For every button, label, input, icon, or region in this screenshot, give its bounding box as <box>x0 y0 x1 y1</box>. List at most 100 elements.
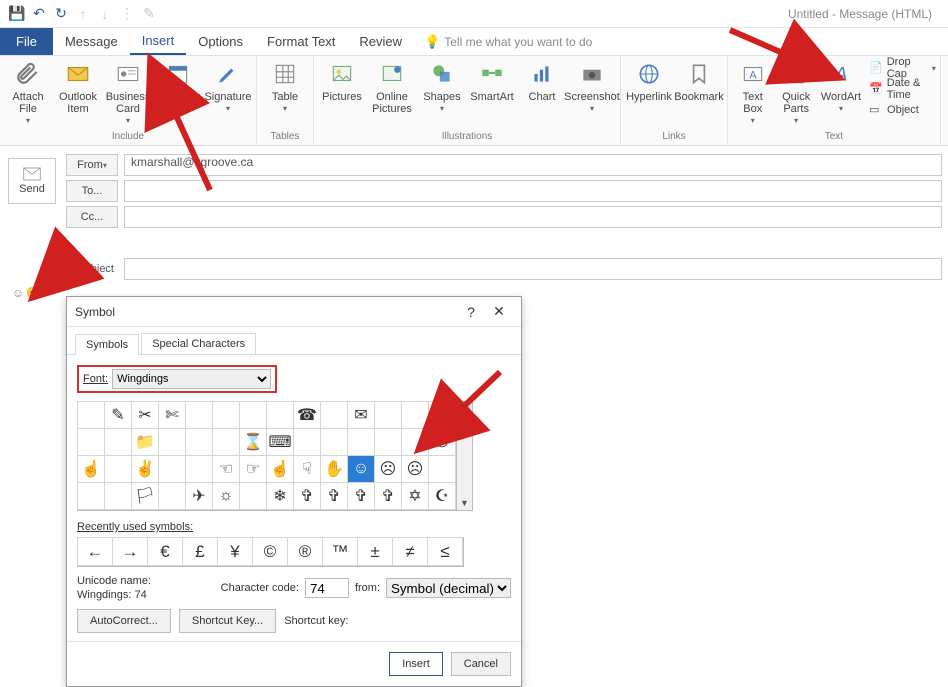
symbol-cell[interactable] <box>185 401 213 429</box>
symbol-cell[interactable] <box>77 482 105 510</box>
attach-file-button[interactable]: Attach File▾ <box>4 58 52 127</box>
date-time-button[interactable]: 📅 Date & Time <box>869 79 936 99</box>
symbol-cell[interactable]: ⌛ <box>239 428 267 456</box>
tab-file[interactable]: File <box>0 28 53 55</box>
symbol-cell[interactable]: ❄ <box>266 482 294 510</box>
screenshot-button[interactable]: Screenshot▾ <box>568 58 616 115</box>
subject-input[interactable] <box>124 258 942 280</box>
recent-symbol-cell[interactable]: ¥ <box>217 537 253 566</box>
autocorrect-button[interactable]: AutoCorrect... <box>77 609 171 633</box>
font-select[interactable]: Wingdings <box>112 369 271 389</box>
symbol-cell[interactable]: ✄ <box>158 401 186 429</box>
more-icon[interactable]: ⋮ <box>116 3 138 25</box>
insert-button[interactable]: Insert <box>389 652 443 676</box>
recent-symbol-cell[interactable]: ± <box>357 537 393 566</box>
scroll-down-icon[interactable]: ▼ <box>458 496 472 510</box>
recent-symbol-cell[interactable]: ← <box>77 537 113 566</box>
drop-cap-button[interactable]: 📄 Drop Cap ▾ <box>869 58 936 78</box>
symbol-cell[interactable]: ✌ <box>131 455 159 483</box>
tell-me-search[interactable]: 💡 Tell me what you want to do <box>424 28 592 55</box>
to-input[interactable] <box>124 180 942 202</box>
symbol-cell[interactable]: ✞ <box>293 482 321 510</box>
symbol-cell[interactable] <box>374 401 402 429</box>
text-box-button[interactable]: A Text Box▾ <box>732 58 773 127</box>
signature-button[interactable]: Signature▾ <box>204 58 252 115</box>
symbol-cell[interactable] <box>185 428 213 456</box>
emoji-smile-icon[interactable]: ☺ <box>12 286 24 300</box>
tab-review[interactable]: Review <box>347 28 414 55</box>
help-button[interactable]: ? <box>457 298 485 326</box>
table-button[interactable]: Table▾ <box>261 58 309 115</box>
symbol-cell[interactable]: ☼ <box>212 482 240 510</box>
outlook-item-button[interactable]: Outlook Item <box>54 58 102 115</box>
symbol-cell[interactable] <box>239 482 267 510</box>
symbol-cell[interactable]: ☪ <box>428 482 456 510</box>
symbol-cell[interactable]: ☝ <box>266 455 294 483</box>
wordart-button[interactable]: A WordArt▾ <box>819 58 863 115</box>
symbol-cell[interactable]: ☜ <box>212 455 240 483</box>
tab-message[interactable]: Message <box>53 28 130 55</box>
object-button[interactable]: ▭ Object <box>869 100 936 120</box>
recent-symbol-cell[interactable]: ® <box>287 537 323 566</box>
symbol-cell[interactable] <box>212 428 240 456</box>
online-pictures-button[interactable]: Online Pictures <box>368 58 416 115</box>
symbol-cell[interactable]: ✞ <box>374 482 402 510</box>
symbol-cell[interactable]: ✎ <box>104 401 132 429</box>
bookmark-button[interactable]: Bookmark <box>675 58 723 103</box>
cancel-button[interactable]: Cancel <box>451 652 511 676</box>
brush-icon[interactable]: ✎ <box>138 3 160 25</box>
symbol-cell[interactable]: ☹ <box>401 455 429 483</box>
cc-input[interactable] <box>124 206 942 228</box>
chart-button[interactable]: Chart <box>518 58 566 103</box>
symbol-cell[interactable]: ✈ <box>185 482 213 510</box>
symbol-cell[interactable] <box>158 455 186 483</box>
symbol-cell[interactable] <box>347 428 375 456</box>
symbol-cell[interactable] <box>320 401 348 429</box>
symbol-cell[interactable] <box>77 428 105 456</box>
symbol-cell[interactable]: ✋ <box>320 455 348 483</box>
cc-button[interactable]: Cc... <box>66 206 118 228</box>
from-button[interactable]: From ▾ <box>66 154 118 176</box>
symbol-cell[interactable] <box>239 401 267 429</box>
recent-symbol-cell[interactable]: → <box>112 537 148 566</box>
tab-insert[interactable]: Insert <box>130 28 187 55</box>
symbol-cell[interactable] <box>320 428 348 456</box>
tab-format-text[interactable]: Format Text <box>255 28 347 55</box>
redo-icon[interactable]: ↻ <box>50 3 72 25</box>
to-button[interactable]: To... <box>66 180 118 202</box>
symbol-grid-scrollbar[interactable]: ▲ ▼ <box>457 401 473 511</box>
symbol-cell[interactable]: ☺ <box>347 455 375 483</box>
emoji-neutral-icon[interactable]: 😐 <box>26 286 41 300</box>
symbol-cell[interactable] <box>104 455 132 483</box>
recent-symbol-cell[interactable]: ™ <box>322 537 358 566</box>
recent-symbol-cell[interactable]: © <box>252 537 288 566</box>
symbol-cell[interactable]: ✞ <box>320 482 348 510</box>
symbol-cell[interactable]: ✉ <box>347 401 375 429</box>
undo-icon[interactable]: ↶ <box>28 3 50 25</box>
save-icon[interactable]: 💾 <box>6 3 28 25</box>
symbol-cell[interactable]: ☟ <box>293 455 321 483</box>
symbol-cell[interactable] <box>158 428 186 456</box>
recent-symbol-cell[interactable]: ≠ <box>392 537 428 566</box>
shortcut-key-button[interactable]: Shortcut Key... <box>179 609 276 633</box>
symbol-cell[interactable] <box>212 401 240 429</box>
shapes-button[interactable]: Shapes▾ <box>418 58 466 115</box>
symbol-cell[interactable] <box>158 482 186 510</box>
tab-options[interactable]: Options <box>186 28 255 55</box>
symbol-cell[interactable] <box>401 401 429 429</box>
symbol-cell[interactable]: ✞ <box>347 482 375 510</box>
symbol-cell[interactable]: ✡ <box>401 482 429 510</box>
smartart-button[interactable]: SmartArt <box>468 58 516 103</box>
send-button[interactable]: Send <box>8 158 56 204</box>
from-select[interactable]: Symbol (decimal) <box>386 578 511 598</box>
symbol-cell[interactable]: ⌨ <box>266 428 294 456</box>
symbol-cell[interactable] <box>374 428 402 456</box>
symbol-cell[interactable] <box>401 428 429 456</box>
tab-symbols[interactable]: Symbols <box>75 334 139 355</box>
symbol-cell[interactable] <box>428 455 456 483</box>
tab-special-characters[interactable]: Special Characters <box>141 333 256 354</box>
symbol-cell[interactable]: ☝ <box>77 455 105 483</box>
symbol-cell[interactable] <box>428 401 456 429</box>
pictures-button[interactable]: Pictures <box>318 58 366 103</box>
symbol-cell[interactable]: ☞ <box>239 455 267 483</box>
